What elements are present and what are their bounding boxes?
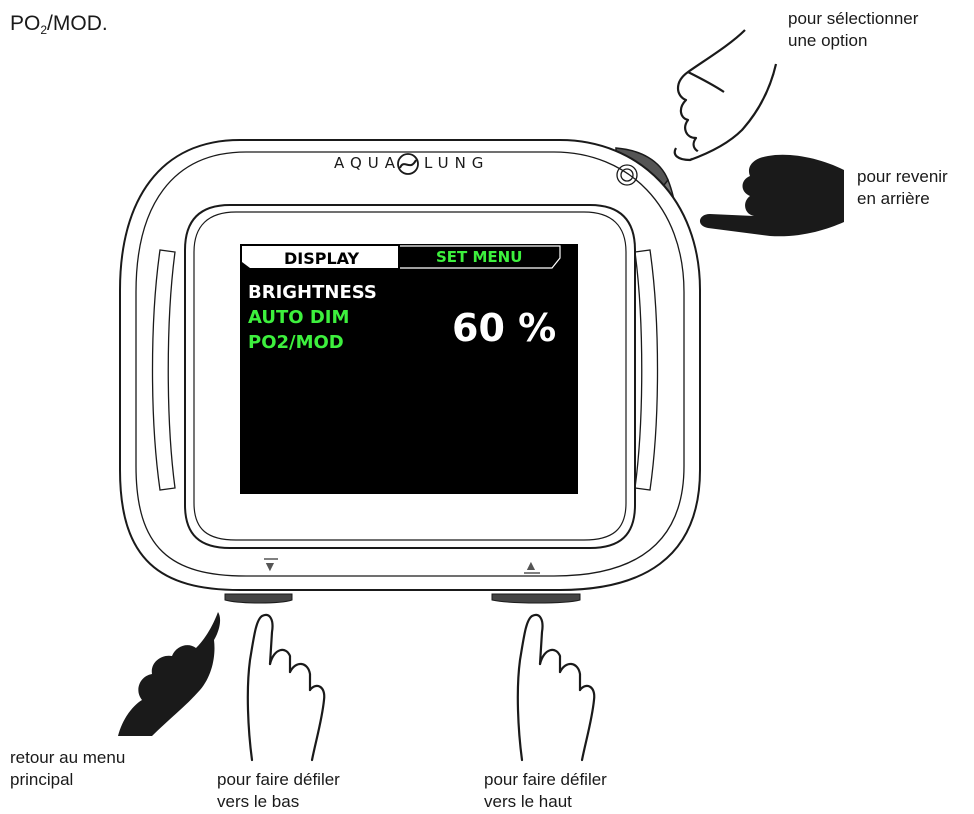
tab-set-menu[interactable]: SET MENU <box>436 248 522 266</box>
menu-item-auto-dim[interactable]: AUTO DIM <box>248 305 377 330</box>
scroll-down-icon[interactable]: ▼ <box>263 558 277 574</box>
annotation-main-menu: retour au menu principal <box>10 748 126 789</box>
menu-list: BRIGHTNESS AUTO DIM PO2/MOD <box>248 280 377 355</box>
menu-item-brightness[interactable]: BRIGHTNESS <box>248 280 377 305</box>
brightness-value: 60 % <box>452 306 557 350</box>
dive-computer-diagram <box>118 29 844 762</box>
tab-display[interactable]: DISPLAY <box>284 249 359 268</box>
annotation-go-back: pour revenir en arrière <box>857 167 948 208</box>
menu-item-po2-mod[interactable]: PO2/MOD <box>248 330 377 355</box>
brand-left: AQUA <box>334 154 402 172</box>
pointing-hand-icon <box>246 613 326 762</box>
pointing-hand-icon <box>516 613 596 762</box>
pointing-hand-icon <box>673 29 778 162</box>
pressing-hand-icon <box>118 612 221 736</box>
annotation-scroll-down: pour faire défiler vers le bas <box>217 770 340 811</box>
bottom-right-button <box>491 593 581 604</box>
annotation-select-option: pour sélectionner une option <box>788 9 919 50</box>
brand-right: LUNG <box>424 154 490 172</box>
pressing-hand-icon <box>699 154 844 237</box>
scroll-up-icon[interactable]: ▲ <box>524 557 538 573</box>
annotation-scroll-up: pour faire défiler vers le haut <box>484 770 607 811</box>
bottom-left-button <box>224 593 293 604</box>
